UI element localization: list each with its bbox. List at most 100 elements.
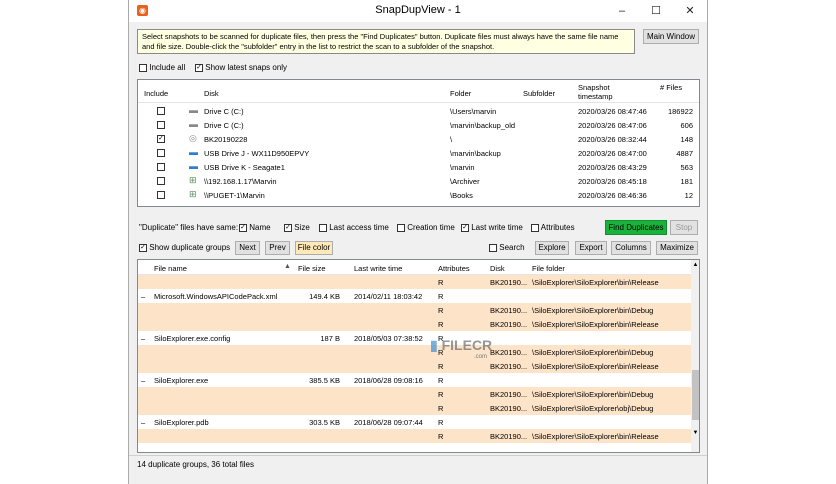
duplicate-group-row[interactable]: – SiloExplorer.exe 385.5 KB 2018/06/28 09:0…	[138, 373, 691, 387]
snapshot-row[interactable]: ▬ USB Drive K - Seagate1 \marvin 2020/03/26…	[138, 160, 699, 174]
folder-cell: \	[450, 135, 453, 144]
col-file-size[interactable]: File size	[298, 264, 326, 273]
col-folder[interactable]: Folder	[450, 89, 471, 98]
show-groups-option[interactable]: Show duplicate groups	[139, 243, 230, 252]
duplicate-file-row[interactable]: R BK20190... \SiloExplorer\SiloExplorer\bi…	[138, 345, 691, 359]
usb-drive-icon: ▬	[189, 161, 198, 171]
criteria-attributes[interactable]: Attributes	[531, 223, 575, 232]
maximize-button[interactable]: ☐	[639, 0, 673, 22]
snapshot-table: Include Disk Folder Subfolder Snapshot t…	[137, 79, 700, 207]
export-button[interactable]: Export	[575, 241, 607, 255]
scroll-up-icon[interactable]: ▲	[691, 262, 699, 270]
col-disk2[interactable]: Disk	[490, 264, 505, 273]
show-groups-checkbox[interactable]	[139, 243, 147, 252]
collapse-icon[interactable]: –	[141, 334, 145, 343]
include-all-checkbox[interactable]	[139, 63, 147, 72]
include-checkbox[interactable]	[157, 163, 165, 171]
attr-cell: R	[438, 306, 444, 315]
col-file-name[interactable]: File name	[154, 264, 187, 273]
col-timestamp[interactable]: Snapshot timestamp	[578, 83, 628, 101]
attributes-label: Attributes	[540, 223, 575, 232]
duplicate-file-row[interactable]: R BK20190... \SiloExplorer\SiloExplorer\ob…	[138, 401, 691, 415]
snapshot-row[interactable]: ◎ BK20190228 \ 2020/03/26 08:32:44 148	[138, 132, 699, 146]
next-button[interactable]: Next	[235, 241, 260, 255]
scroll-down-icon[interactable]: ▼	[691, 430, 699, 438]
last-access-label: Last access time	[329, 223, 389, 232]
close-button[interactable]: ✕	[673, 0, 707, 22]
title-bar[interactable]: ◉ SnapDupView - 1 – ☐ ✕	[129, 0, 707, 22]
timestamp-cell: 2020/03/26 08:47:06	[578, 121, 647, 130]
prev-button[interactable]: Prev	[265, 241, 290, 255]
criteria-last-write[interactable]: Last write time	[461, 223, 523, 232]
duplicate-file-row[interactable]: R BK20190... \SiloExplorer\SiloExplorer\bi…	[138, 275, 691, 289]
col-disk[interactable]: Disk	[204, 89, 219, 98]
criteria-name[interactable]: Name	[239, 223, 271, 232]
collapse-icon[interactable]: –	[141, 292, 145, 301]
attributes-checkbox[interactable]	[531, 223, 539, 232]
main-window-button[interactable]: Main Window	[643, 29, 699, 44]
folder-cell: \SiloExplorer\SiloExplorer\bin\Release	[532, 432, 659, 441]
show-groups-label: Show duplicate groups	[149, 243, 231, 252]
col-files[interactable]: # Files	[660, 83, 684, 92]
name-checkbox[interactable]	[239, 223, 247, 232]
stop-button[interactable]: Stop	[670, 220, 698, 235]
drive-icon: ▬	[189, 105, 198, 115]
include-all-option[interactable]: Include all	[139, 63, 185, 72]
last-write-checkbox[interactable]	[461, 223, 469, 232]
scrollbar-thumb[interactable]	[692, 370, 699, 420]
file-color-button[interactable]: File color	[295, 241, 333, 255]
file-size-cell: 303.5 KB	[309, 418, 340, 427]
explore-button[interactable]: Explore	[535, 241, 569, 255]
col-attributes[interactable]: Attributes	[438, 264, 470, 273]
duplicate-group-row[interactable]: – SiloExplorer.pdb 303.5 KB 2018/06/28 09:0…	[138, 415, 691, 429]
show-latest-checkbox[interactable]	[195, 63, 203, 72]
criteria-size[interactable]: Size	[284, 223, 310, 232]
include-checkbox[interactable]	[157, 121, 165, 129]
attr-cell: R	[438, 362, 444, 371]
creation-checkbox[interactable]	[397, 223, 405, 232]
col-last-write[interactable]: Last write time	[354, 264, 402, 273]
size-checkbox[interactable]	[284, 223, 292, 232]
disk-cell: BK20190...	[490, 348, 528, 357]
folder-cell: \SiloExplorer\SiloExplorer\bin\Release	[532, 278, 659, 287]
include-checkbox[interactable]	[157, 177, 165, 185]
snapshot-row[interactable]: ⊞ \\PUGET-1\Marvin \Books 2020/03/26 08:46:…	[138, 188, 699, 202]
duplicate-file-row[interactable]: R BK20190... \SiloExplorer\SiloExplorer\bi…	[138, 429, 691, 443]
find-duplicates-button[interactable]: Find Duplicates	[605, 220, 667, 235]
vertical-scrollbar[interactable]: ▲ ▼	[691, 260, 699, 452]
col-subfolder[interactable]: Subfolder	[523, 89, 555, 98]
last-access-checkbox[interactable]	[319, 223, 327, 232]
attr-cell: R	[438, 320, 444, 329]
snapshot-row[interactable]: ▬ USB Drive J - WX11D950EPVY \marvin\backu…	[138, 146, 699, 160]
criteria-creation[interactable]: Creation time	[397, 223, 455, 232]
last-write-cell: 2018/05/03 07:38:52	[354, 334, 423, 343]
duplicate-file-row[interactable]: R BK20190... \SiloExplorer\SiloExplorer\bi…	[138, 317, 691, 331]
col-file-folder[interactable]: File folder	[532, 264, 565, 273]
maximize-view-button[interactable]: Maximize	[656, 241, 698, 255]
criteria-last-access[interactable]: Last access time	[319, 223, 389, 232]
network-icon: ⊞	[189, 175, 197, 185]
include-checkbox[interactable]	[157, 191, 165, 199]
collapse-icon[interactable]: –	[141, 376, 145, 385]
duplicate-group-row[interactable]: – SiloExplorer.exe.config 187 B 2018/05/03 …	[138, 331, 691, 345]
snapshot-row[interactable]: ▬ Drive C (C:) \marvin\backup_old 2020/03/2…	[138, 118, 699, 132]
folder-cell: \marvin\backup_old	[450, 121, 516, 130]
search-checkbox[interactable]	[489, 243, 497, 252]
show-latest-option[interactable]: Show latest snaps only	[195, 63, 287, 72]
columns-button[interactable]: Columns	[611, 241, 651, 255]
search-option[interactable]: Search	[489, 243, 525, 252]
duplicate-file-row[interactable]: R BK20190... \SiloExplorer\SiloExplorer\bi…	[138, 359, 691, 373]
snapshot-row[interactable]: ▬ Drive C (C:) \Users\marvin 2020/03/26 08:…	[138, 104, 699, 118]
duplicate-group-row[interactable]: – Microsoft.WindowsAPICodePack.xml 149.4 K…	[138, 289, 691, 303]
collapse-icon[interactable]: –	[141, 418, 145, 427]
duplicate-file-row[interactable]: R BK20190... \SiloExplorer\SiloExplorer\bi…	[138, 387, 691, 401]
col-include[interactable]: Include	[144, 89, 168, 98]
include-checkbox[interactable]	[157, 107, 165, 115]
duplicate-file-row[interactable]: R BK20190... \SiloExplorer\SiloExplorer\bi…	[138, 303, 691, 317]
snapshot-row[interactable]: ⊞ \\192.168.1.17\Marvin \Archiver 2020/03/2…	[138, 174, 699, 188]
include-checkbox[interactable]	[157, 149, 165, 157]
include-checkbox[interactable]	[157, 135, 165, 143]
attr-cell: R	[438, 292, 444, 301]
show-latest-label: Show latest snaps only	[205, 63, 288, 72]
minimize-button[interactable]: –	[605, 0, 639, 22]
